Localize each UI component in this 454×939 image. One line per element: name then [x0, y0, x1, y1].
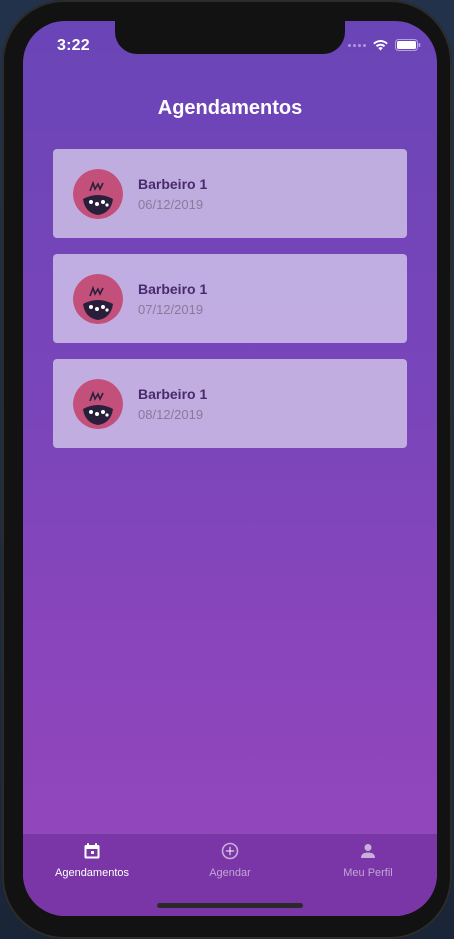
barber-avatar — [73, 274, 123, 324]
tab-agendar[interactable]: Agendar — [161, 834, 299, 894]
device-notch — [115, 21, 345, 54]
tab-agendamentos[interactable]: Agendamentos — [23, 834, 161, 894]
signal-icon — [348, 43, 366, 47]
person-icon — [361, 844, 375, 858]
tab-label: Agendar — [209, 867, 251, 879]
tab-label: Agendamentos — [55, 867, 129, 879]
app-screen: 3:22 Agendamentos Barbeiro 1 06/12/2019 … — [23, 21, 437, 916]
appointment-card[interactable]: Barbeiro 1 08/12/2019 — [53, 359, 407, 448]
battery-icon — [395, 39, 421, 51]
bottom-tab-bar: Agendamentos Agendar Meu Perfil — [23, 833, 437, 916]
barber-name: Barbeiro 1 — [138, 281, 208, 297]
barber-name: Barbeiro 1 — [138, 176, 208, 192]
appointment-card[interactable]: Barbeiro 1 06/12/2019 — [53, 149, 407, 238]
wifi-icon — [373, 40, 388, 51]
home-indicator[interactable] — [157, 903, 303, 908]
tab-label: Meu Perfil — [343, 867, 393, 879]
page-title: Agendamentos — [157, 97, 303, 119]
appointment-date: 07/12/2019 — [138, 302, 204, 317]
calendar-icon — [84, 843, 100, 859]
phone-frame: 3:22 Agendamentos Barbeiro 1 06/12/2019 … — [2, 0, 452, 939]
status-indicators — [348, 39, 421, 51]
appointment-date: 08/12/2019 — [138, 407, 204, 422]
appointments-list: Barbeiro 1 06/12/2019 Barbeiro 1 07/12/2… — [53, 149, 407, 464]
barber-name: Barbeiro 1 — [138, 386, 208, 402]
add-circle-icon — [221, 842, 239, 860]
tab-meu-perfil[interactable]: Meu Perfil — [299, 834, 437, 894]
appointment-date: 06/12/2019 — [138, 197, 204, 212]
barber-avatar — [73, 169, 123, 219]
status-time: 3:22 — [57, 37, 90, 54]
appointment-card[interactable]: Barbeiro 1 07/12/2019 — [53, 254, 407, 343]
barber-avatar — [73, 379, 123, 429]
